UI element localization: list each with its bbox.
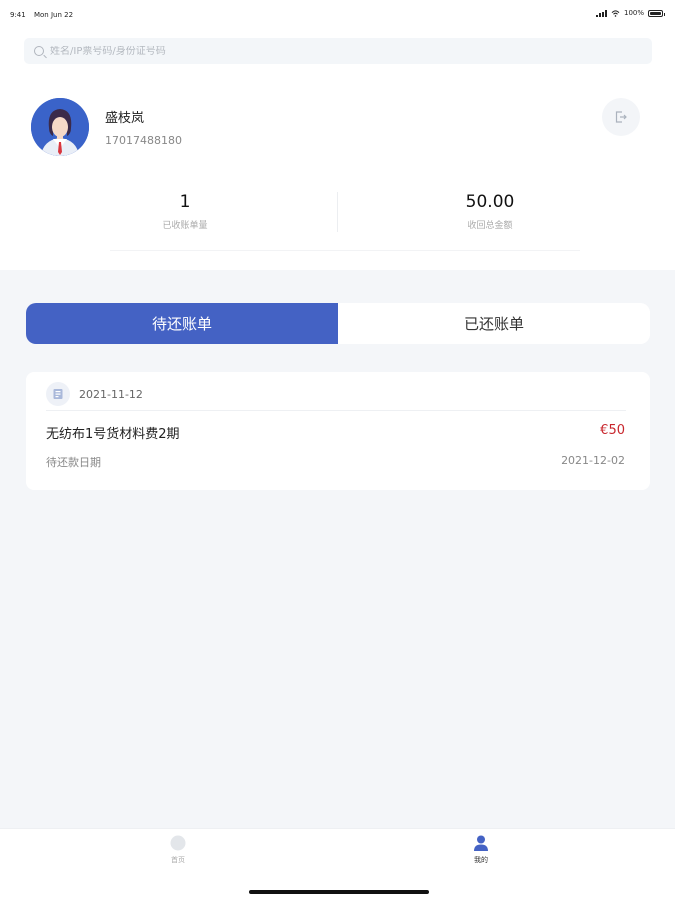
status-time-date: 9:41 Mon Jun 22	[10, 11, 79, 19]
divider	[110, 250, 580, 251]
status-bar: 9:41 Mon Jun 22 100%	[0, 0, 675, 28]
nav-item-home[interactable]: 首页	[148, 835, 208, 865]
user-name: 盛枝岚	[105, 111, 145, 126]
bill-title: 无纺布1号货材料费2期	[46, 427, 180, 442]
status-date: Mon Jun 22	[33, 11, 74, 19]
battery-icon	[648, 9, 665, 17]
tab-pending-bills[interactable]: 待还账单	[26, 303, 338, 344]
divider	[46, 410, 626, 411]
stat-bill-count: 1 已收账单量	[35, 192, 335, 231]
nav-item-mine[interactable]: 我的	[451, 835, 511, 865]
due-date-value: 2021-12-02	[561, 454, 625, 467]
profile-header: 盛枝岚 17017488180 1 已收账单量 50.00 收回总金额	[0, 28, 675, 270]
stat-bill-count-value: 1	[179, 192, 191, 212]
search-bar[interactable]	[24, 38, 652, 64]
nav-label-mine: 我的	[474, 856, 488, 864]
battery-percent: 100%	[623, 9, 644, 17]
stat-divider	[337, 192, 338, 232]
logout-button[interactable]	[602, 98, 640, 136]
tab-paid-bills[interactable]: 已还账单	[338, 303, 650, 344]
status-time: 9:41	[10, 11, 26, 19]
bill-card[interactable]: 2021-11-12 无纺布1号货材料费2期 €50 待还款日期 2021-12…	[26, 372, 650, 490]
bill-tabs: 待还账单 已还账单	[26, 303, 650, 344]
home-icon	[170, 835, 186, 851]
bill-amount: €50	[600, 423, 625, 438]
home-indicator	[249, 890, 429, 894]
user-icon	[473, 835, 489, 851]
stat-total-amount: 50.00 收回总金额	[340, 192, 640, 231]
app-screen: 9:41 Mon Jun 22 100% 姓名/IP票号码/身份证号码 盛枝岚 …	[0, 0, 675, 900]
avatar	[31, 98, 89, 156]
avatar-illustration	[31, 98, 89, 156]
nav-label-home: 首页	[171, 856, 185, 864]
status-indicators: 100%	[595, 9, 665, 17]
user-phone: 17017488180	[105, 134, 182, 147]
stat-total-amount-label: 收回总金额	[467, 221, 513, 231]
wifi-icon	[611, 9, 620, 17]
bill-date: 2021-11-12	[79, 387, 143, 401]
cellular-signal-icon	[595, 9, 607, 17]
search-input[interactable]	[50, 45, 610, 57]
bill-icon	[46, 382, 70, 406]
bill-card-header: 2021-11-12	[46, 382, 143, 406]
due-date-label: 待还款日期	[46, 456, 101, 469]
search-icon	[34, 46, 44, 56]
stat-bill-count-label: 已收账单量	[162, 221, 208, 231]
logout-icon	[615, 111, 627, 123]
stat-total-amount-value: 50.00	[465, 192, 515, 212]
